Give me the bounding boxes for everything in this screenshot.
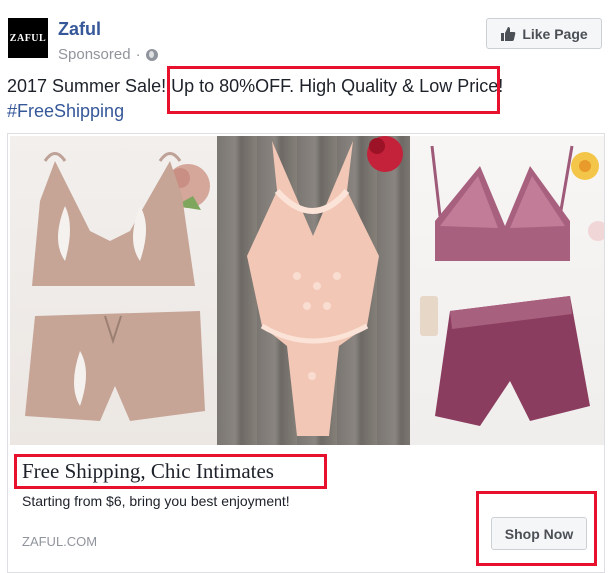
highlight-box-cta — [476, 491, 597, 566]
sponsored-label[interactable]: Sponsored — [58, 46, 131, 63]
link-description: Starting from $6, bring you best enjoyme… — [22, 493, 290, 509]
avatar-logo-text: ZAFUL — [9, 32, 47, 44]
globe-icon[interactable] — [145, 48, 158, 61]
like-page-label: Like Page — [522, 25, 588, 42]
meta-separator: · — [135, 46, 141, 63]
product-photo-cami-set — [10, 136, 217, 446]
hashtag-link[interactable]: #FreeShipping — [7, 99, 124, 123]
page-name-link[interactable]: Zaful — [58, 19, 101, 40]
post-meta: Sponsored · — [58, 46, 158, 63]
highlight-box-headline — [14, 454, 327, 489]
highlight-box-offer — [167, 66, 500, 114]
like-page-button[interactable]: Like Page — [486, 18, 602, 49]
sponsored-post-card: ZAFUL Zaful Sponsored · Like Page 2017 S… — [0, 0, 613, 573]
thumbs-up-icon — [501, 26, 516, 41]
link-domain: ZAFUL.COM — [22, 534, 98, 549]
product-photo-lace-bodysuit — [217, 136, 410, 446]
page-avatar[interactable]: ZAFUL — [8, 18, 48, 58]
product-photo-velvet-set — [410, 136, 604, 446]
